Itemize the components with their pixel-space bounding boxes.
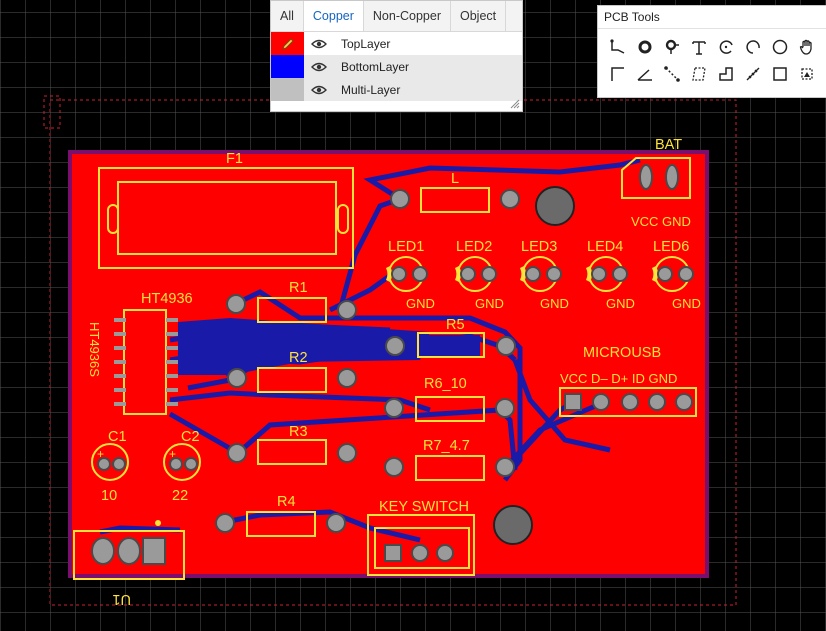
tab-non-copper[interactable]: Non-Copper <box>364 1 451 31</box>
connect-pad-tool-icon[interactable] <box>658 60 685 87</box>
label-led6: LED6 <box>653 239 689 255</box>
layer-name: TopLayer <box>341 36 391 51</box>
pcb-tools-panel: PCB Tools <box>597 5 826 98</box>
eye-icon[interactable] <box>311 85 331 95</box>
label-vcc-gnd: VCC GND <box>631 214 691 229</box>
copper-area-tool-icon[interactable] <box>685 60 712 87</box>
pcb-tools-title: PCB Tools <box>598 6 826 29</box>
label-c2-plus: + <box>169 447 176 461</box>
label-r7: R7_4.7 <box>423 438 470 454</box>
layer-color-swatch[interactable] <box>271 78 304 101</box>
layers-panel: All Copper Non-Copper Object TopLayer Bo… <box>270 0 523 112</box>
text-tool-icon[interactable] <box>685 33 712 60</box>
label-led2: LED2 <box>456 239 492 255</box>
image-tool-icon[interactable] <box>793 60 820 87</box>
pan-hand-icon[interactable] <box>793 33 820 60</box>
label-c2: C2 <box>181 429 200 445</box>
label-c2-value: 22 <box>172 488 188 504</box>
pencil-icon <box>281 37 294 50</box>
label-key-switch: KEY SWITCH <box>379 499 469 515</box>
label-r2: R2 <box>289 350 308 366</box>
label-led4: LED4 <box>587 239 623 255</box>
tab-object[interactable]: Object <box>451 1 507 31</box>
arc-tool-icon[interactable] <box>712 33 739 60</box>
label-gnd-4: GND <box>606 296 635 311</box>
label-u1: U1 <box>112 591 131 607</box>
rectangle-tool-icon[interactable] <box>766 60 793 87</box>
resize-grip-icon[interactable] <box>510 99 520 109</box>
label-ht4936s: HT4936S <box>87 322 102 377</box>
layer-row-multilayer[interactable]: Multi-Layer <box>271 78 522 101</box>
label-bat: BAT <box>655 137 682 153</box>
label-r4: R4 <box>277 494 296 510</box>
layer-color-swatch[interactable] <box>271 32 304 55</box>
pad-tool-icon[interactable] <box>631 33 658 60</box>
solid-region-tool-icon[interactable] <box>712 60 739 87</box>
label-led3: LED3 <box>521 239 557 255</box>
layer-tabs: All Copper Non-Copper Object <box>271 1 522 32</box>
layer-name: Multi-Layer <box>341 82 401 97</box>
label-c1: C1 <box>108 429 127 445</box>
angle-tool-icon[interactable] <box>631 60 658 87</box>
tab-all[interactable]: All <box>271 1 304 31</box>
layer-color-swatch[interactable] <box>271 55 304 78</box>
label-led1: LED1 <box>388 239 424 255</box>
label-l: L <box>451 171 459 187</box>
measure-tool-icon[interactable] <box>739 60 766 87</box>
label-gnd-6: GND <box>672 296 701 311</box>
label-r3: R3 <box>289 424 308 440</box>
label-gnd-1: GND <box>406 296 435 311</box>
via-tool-icon[interactable] <box>658 33 685 60</box>
center-arc-tool-icon[interactable] <box>739 33 766 60</box>
track-tool-icon[interactable] <box>604 33 631 60</box>
label-r1: R1 <box>289 280 308 296</box>
pcb-tools-grid <box>598 29 826 87</box>
label-c1-plus: + <box>97 447 104 461</box>
label-microusb: MICROUSB <box>583 345 661 361</box>
label-gnd-3: GND <box>540 296 569 311</box>
eye-icon[interactable] <box>311 39 331 49</box>
label-r6: R6_10 <box>424 376 467 392</box>
label-f1: F1 <box>226 151 243 167</box>
layer-row-toplayer[interactable]: TopLayer <box>271 32 522 55</box>
layer-name: BottomLayer <box>341 59 410 74</box>
label-r5: R5 <box>446 317 465 333</box>
circle-tool-icon[interactable] <box>766 33 793 60</box>
label-usb-pins: VCC D– D+ ID GND <box>560 371 677 386</box>
tab-copper[interactable]: Copper <box>303 1 364 31</box>
layer-row-bottomlayer[interactable]: BottomLayer <box>271 55 522 78</box>
dimension-tool-icon[interactable] <box>604 60 631 87</box>
label-ht4936: HT4936 <box>141 291 193 307</box>
label-c1-value: 10 <box>101 488 117 504</box>
eye-icon[interactable] <box>311 62 331 72</box>
label-gnd-2: GND <box>475 296 504 311</box>
